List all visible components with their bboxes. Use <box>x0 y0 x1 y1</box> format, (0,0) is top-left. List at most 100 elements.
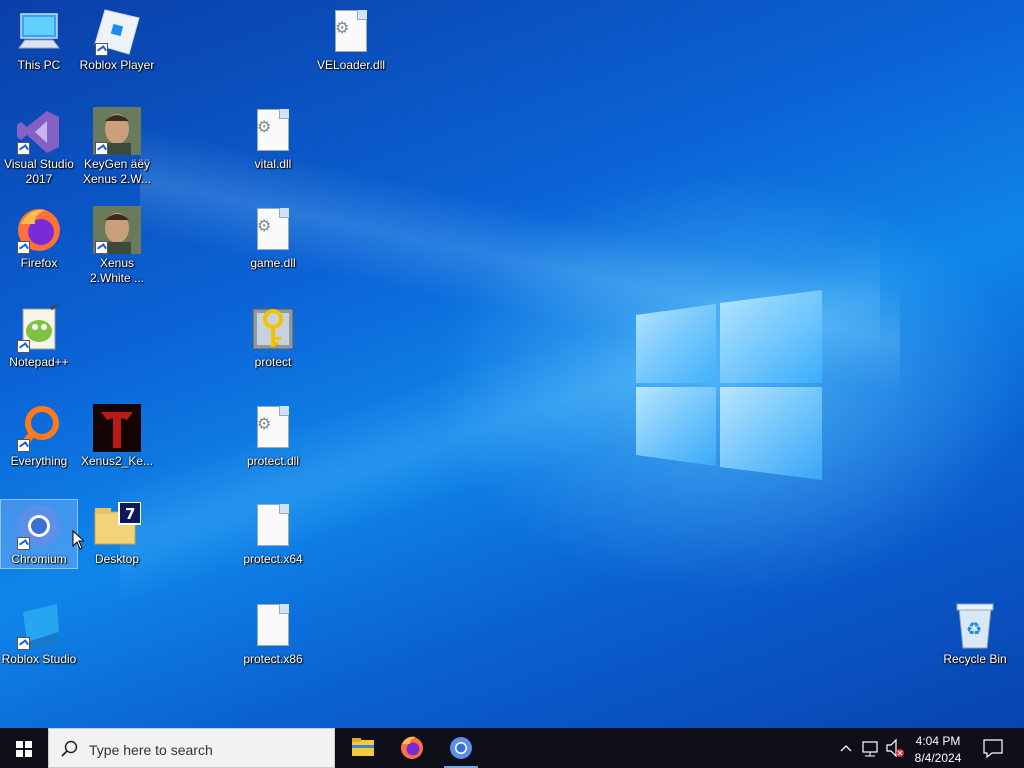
icon-label-line2: Xenus 2.W... <box>82 172 152 186</box>
dll-file-icon: ⚙ <box>249 107 297 155</box>
shortcut-arrow-icon <box>17 142 30 155</box>
icon-label: Visual Studio <box>4 157 74 171</box>
icon-label: Notepad++ <box>9 355 69 369</box>
blank-file-icon <box>249 502 297 550</box>
desktop-icon-chromium[interactable]: Chromium <box>0 499 78 569</box>
desktop-icon-xenus-white[interactable]: Xenus 2.White ... <box>78 204 156 294</box>
taskbar-file-explorer[interactable] <box>340 728 386 768</box>
icon-label: VELoader.dll <box>316 58 386 72</box>
icon-label: vital.dll <box>254 157 292 171</box>
search-input[interactable] <box>87 739 321 761</box>
icon-label: Xenus <box>99 256 135 270</box>
xenus2-app-icon <box>93 404 141 452</box>
svg-text:♻: ♻ <box>966 619 982 640</box>
desktop-icon-this-pc[interactable]: This PC <box>0 6 78 96</box>
computer-icon <box>15 8 63 56</box>
roblox-studio-icon <box>15 602 63 650</box>
firefox-icon <box>15 206 63 254</box>
icon-label: Recycle Bin <box>943 652 1007 666</box>
icon-label: Desktop <box>94 552 140 566</box>
dll-file-icon: ⚙ <box>249 206 297 254</box>
keygen-portrait-icon <box>93 107 141 155</box>
shortcut-arrow-icon <box>17 439 30 452</box>
folder-icon: 7 <box>93 501 142 550</box>
shortcut-arrow-icon <box>17 537 30 550</box>
desktop-icon-everything[interactable]: Everything <box>0 402 78 492</box>
desktop-icon-recycle-bin[interactable]: ♻ Recycle Bin <box>936 600 1014 690</box>
xenus-portrait-icon <box>93 206 141 254</box>
clock-date: 8/4/2024 <box>914 751 962 765</box>
icon-label: Xenus2_Ke... <box>80 454 154 468</box>
taskbar-chromium[interactable] <box>438 728 484 768</box>
clock-time: 4:04 PM <box>915 734 961 748</box>
network-status-button[interactable] <box>859 728 883 768</box>
shortcut-arrow-icon <box>17 340 30 353</box>
icon-label: protect.dll <box>246 454 300 468</box>
icon-label-line2: 2017 <box>25 172 53 186</box>
desktop-icon-firefox[interactable]: Firefox <box>0 204 78 294</box>
desktop-icon-game-dll[interactable]: ⚙ game.dll <box>234 204 312 294</box>
recycle-bin-icon: ♻ <box>951 602 999 650</box>
desktop-icon-xenus2-ke[interactable]: Xenus2_Ke... <box>78 402 156 492</box>
icon-label: KeyGen äëÿ <box>83 157 151 171</box>
taskbar-firefox[interactable] <box>389 728 435 768</box>
icon-label: protect.x86 <box>243 652 303 666</box>
show-hidden-icons-button[interactable] <box>836 728 856 768</box>
desktop-icon-protect-x86[interactable]: protect.x86 <box>234 600 312 690</box>
desktop-icon-protect-dll[interactable]: ⚙ protect.dll <box>234 402 312 492</box>
desktop-icon-notepadpp[interactable]: Notepad++ <box>0 301 78 393</box>
notepadpp-icon <box>15 301 63 353</box>
roblox-player-icon <box>93 8 141 56</box>
shortcut-arrow-icon <box>17 241 30 254</box>
shortcut-arrow-icon <box>95 43 108 56</box>
chevron-up-icon <box>840 745 852 752</box>
icon-label: Roblox Studio <box>1 652 77 666</box>
desktop-icon-keygen[interactable]: KeyGen äëÿ Xenus 2.W... <box>78 105 156 195</box>
icon-label: game.dll <box>250 256 296 270</box>
everything-search-icon <box>15 404 63 452</box>
volume-muted-icon <box>886 738 904 758</box>
dll-file-icon: ⚙ <box>249 404 297 452</box>
icon-label: This PC <box>17 58 61 72</box>
windows-start-icon <box>16 741 32 757</box>
desktop-background: This PC Visual Studio 2017 Firefox Notep… <box>0 0 1024 728</box>
start-button[interactable] <box>0 728 48 768</box>
network-icon <box>862 741 878 757</box>
visual-studio-icon <box>15 107 63 155</box>
blank-file-icon <box>249 602 297 650</box>
key-registry-icon <box>249 305 297 353</box>
notification-icon <box>983 739 1003 759</box>
desktop-icon-protect-x64[interactable]: protect.x64 <box>234 500 312 590</box>
desktop-icon-desktop-folder[interactable]: 7 Desktop <box>78 500 156 590</box>
icon-label: Everything <box>10 454 68 468</box>
shortcut-arrow-icon <box>95 241 108 254</box>
desktop-icon-roblox-studio[interactable]: Roblox Studio <box>0 600 78 690</box>
desktop-icon-roblox-player[interactable]: Roblox Player <box>78 6 156 96</box>
desktop-icon-vital-dll[interactable]: ⚙ vital.dll <box>234 105 312 195</box>
dll-file-icon: ⚙ <box>327 8 375 56</box>
icon-label: protect.x64 <box>243 552 303 566</box>
icon-label: Chromium <box>11 552 67 566</box>
taskbar-clock[interactable]: 4:04 PM 8/4/2024 <box>905 731 971 768</box>
icon-label: Roblox Player <box>79 58 155 72</box>
shortcut-arrow-icon <box>95 142 108 155</box>
chromium-icon <box>450 737 472 759</box>
desktop-icon-visual-studio[interactable]: Visual Studio 2017 <box>0 105 78 195</box>
taskbar-search-box[interactable] <box>48 728 335 768</box>
chromium-icon <box>15 502 63 550</box>
mouse-cursor-icon <box>72 530 84 550</box>
icon-label-line2: 2.White ... <box>89 271 145 285</box>
icon-label: Firefox <box>20 256 58 270</box>
firefox-icon <box>401 736 423 759</box>
icon-label: protect <box>254 355 292 369</box>
desktop-icon-protect[interactable]: protect <box>234 303 312 393</box>
taskbar: 4:04 PM 8/4/2024 <box>0 728 1024 768</box>
volume-button[interactable] <box>884 728 906 768</box>
search-icon <box>61 740 78 757</box>
windows-logo <box>636 290 822 480</box>
shortcut-arrow-icon <box>17 637 30 650</box>
action-center-button[interactable] <box>978 728 1008 768</box>
svg-text:7: 7 <box>125 505 135 523</box>
desktop-icon-veloader-dll[interactable]: ⚙ VELoader.dll <box>312 6 390 96</box>
file-explorer-icon <box>352 738 374 756</box>
